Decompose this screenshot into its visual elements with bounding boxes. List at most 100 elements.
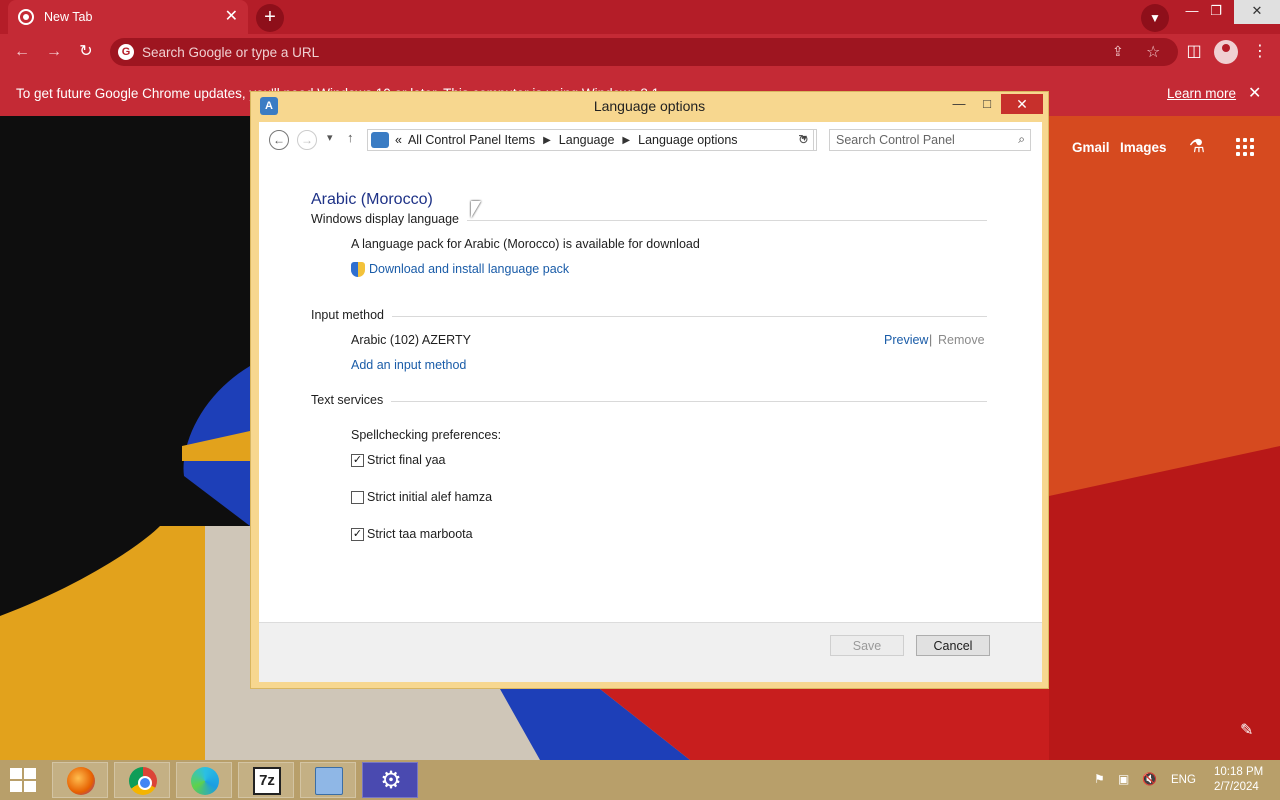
system-clock[interactable]: 10:18 PM 2/7/2024 <box>1214 765 1263 795</box>
new-tab-button[interactable]: + <box>256 4 284 32</box>
side-panel-icon[interactable]: ◫ <box>1184 42 1204 62</box>
profile-avatar[interactable] <box>1214 40 1238 64</box>
maximize-button[interactable]: ❐ <box>1198 0 1234 24</box>
input-method-section: Input method <box>311 308 987 324</box>
clock-date: 2/7/2024 <box>1214 781 1259 793</box>
edge-taskbar-button[interactable] <box>176 762 232 798</box>
breadcrumb-language-options[interactable]: Language options <box>638 133 737 147</box>
tab-new-tab[interactable]: New Tab ✕ <box>8 0 248 34</box>
dialog-minimize-button[interactable]: — <box>949 94 969 114</box>
labs-flask-icon[interactable]: ⚗ <box>1186 136 1208 158</box>
breadcrumb-all-control-panel-items[interactable]: All Control Panel Items <box>408 133 535 147</box>
strict-final-yaa-checkbox[interactable]: ✓ <box>351 454 364 467</box>
refresh-icon[interactable]: ↻ <box>791 129 817 151</box>
language-heading: Arabic (Morocco) <box>311 191 433 208</box>
section-divider <box>311 401 987 402</box>
google-icon: G <box>118 44 134 60</box>
back-button[interactable]: ← <box>269 130 289 150</box>
omnibox-input[interactable] <box>142 42 1042 62</box>
control-panel-icon <box>371 132 389 148</box>
edge-icon <box>191 767 219 795</box>
bookmark-star-icon[interactable]: ☆ <box>1146 42 1160 62</box>
share-icon[interactable]: ⇪ <box>1112 43 1124 60</box>
customize-pencil-icon[interactable]: ✎ <box>1240 720 1253 740</box>
close-window-button[interactable]: ✕ <box>1234 0 1280 24</box>
settings-taskbar-button[interactable]: ⚙ <box>362 762 418 798</box>
search-icon[interactable]: ⌕ <box>1018 132 1025 147</box>
language-options-dialog: A Language options — □ ✕ ← → ▾ ↑ « All C… <box>250 91 1049 689</box>
explorer-navbar: ← → ▾ ↑ « All Control Panel Items ▶ Lang… <box>259 122 1042 158</box>
breadcrumb-overflow[interactable]: « <box>395 133 402 147</box>
chrome-taskbar-button[interactable] <box>114 762 170 798</box>
forward-icon[interactable]: → <box>44 42 64 62</box>
checkbox-label[interactable]: Strict taa marboota <box>367 527 473 541</box>
windows-taskbar: 7z ⚙ ⚑ ▣ 🔇 ENG 10:18 PM 2/7/2024 <box>0 760 1280 800</box>
infobar-close-icon[interactable]: ✕ <box>1248 83 1261 103</box>
firefox-icon <box>67 767 95 795</box>
reload-icon[interactable]: ↻ <box>76 42 96 62</box>
chrome-tabstrip: New Tab ✕ + ▼ — ❐ ✕ <box>0 0 1280 34</box>
link-separator: | <box>929 333 933 347</box>
breadcrumb-separator-icon[interactable]: ▶ <box>543 135 551 146</box>
control-panel-icon <box>315 767 343 795</box>
images-link[interactable]: Images <box>1120 140 1167 155</box>
settings-gear-icon: ⚙ <box>380 767 402 794</box>
breadcrumb-separator-icon[interactable]: ▶ <box>622 135 630 146</box>
breadcrumb-language[interactable]: Language <box>559 133 615 147</box>
forward-button[interactable]: → <box>297 130 317 150</box>
control-panel-taskbar-button[interactable] <box>300 762 356 798</box>
cancel-button[interactable]: Cancel <box>916 635 990 656</box>
section-label: Input method <box>311 308 392 322</box>
tab-close-icon[interactable]: ✕ <box>225 9 238 25</box>
learn-more-link[interactable]: Learn more <box>1167 86 1236 101</box>
dialog-maximize-button[interactable]: □ <box>977 94 997 114</box>
preview-link[interactable]: Preview <box>884 333 928 347</box>
dialog-footer: Save Cancel <box>259 622 1042 682</box>
action-center-flag-icon[interactable]: ⚑ <box>1094 772 1105 786</box>
search-input[interactable] <box>836 132 1006 148</box>
section-divider <box>311 316 987 317</box>
start-button[interactable] <box>10 768 38 792</box>
spellcheck-label: Spellchecking preferences: <box>351 428 502 442</box>
text-services-section: Text services <box>311 393 987 409</box>
up-arrow-icon[interactable]: ↑ <box>347 130 354 145</box>
strict-taa-marboota-checkbox[interactable]: ✓ <box>351 528 364 541</box>
firefox-taskbar-button[interactable] <box>52 762 108 798</box>
chrome-favicon-icon <box>18 9 34 25</box>
volume-muted-icon[interactable]: 🔇 <box>1142 772 1157 786</box>
dialog-close-button[interactable]: ✕ <box>1001 94 1043 114</box>
recent-locations-chevron-icon[interactable]: ▾ <box>327 131 333 144</box>
omnibox[interactable]: G ⇪ ☆ <box>110 38 1178 66</box>
uac-shield-icon <box>351 262 365 277</box>
mouse-cursor-icon <box>471 201 481 218</box>
input-language-indicator[interactable]: ENG <box>1171 774 1196 786</box>
clock-time: 10:18 PM <box>1214 766 1264 778</box>
dialog-title: Language options <box>593 98 706 114</box>
remove-link[interactable]: Remove <box>938 333 985 347</box>
section-label: Windows display language <box>311 212 468 226</box>
input-method-name: Arabic (102) AZERTY <box>351 333 471 347</box>
chrome-toolbar: ← → ↻ G ⇪ ☆ ◫ ⋮ <box>0 34 1280 70</box>
search-control-panel[interactable]: ⌕ <box>829 129 1031 151</box>
back-icon[interactable]: ← <box>12 42 32 62</box>
7zip-taskbar-button[interactable]: 7z <box>238 762 294 798</box>
address-bar[interactable]: « All Control Panel Items ▶ Language ▶ L… <box>367 129 814 151</box>
7zip-icon: 7z <box>253 767 281 795</box>
save-button[interactable]: Save <box>830 635 904 656</box>
chrome-icon <box>129 767 157 795</box>
strict-initial-alef-hamza-checkbox[interactable] <box>351 491 364 504</box>
checkbox-label[interactable]: Strict final yaa <box>367 453 446 467</box>
tab-search-button[interactable]: ▼ <box>1141 4 1169 32</box>
network-icon[interactable]: ▣ <box>1118 772 1129 786</box>
download-language-pack-link[interactable]: Download and install language pack <box>369 262 569 276</box>
section-label: Text services <box>311 393 392 407</box>
menu-icon[interactable]: ⋮ <box>1250 42 1270 62</box>
google-apps-icon[interactable] <box>1236 138 1254 156</box>
gmail-link[interactable]: Gmail <box>1072 140 1110 155</box>
add-input-method-link[interactable]: Add an input method <box>351 358 466 372</box>
language-pack-message: A language pack for Arabic (Morocco) is … <box>351 237 700 251</box>
checkbox-label[interactable]: Strict initial alef hamza <box>367 490 492 504</box>
language-options-content: Arabic (Morocco) Windows display languag… <box>259 158 1042 652</box>
tab-title: New Tab <box>44 10 93 24</box>
display-language-section: Windows display language <box>311 212 987 228</box>
